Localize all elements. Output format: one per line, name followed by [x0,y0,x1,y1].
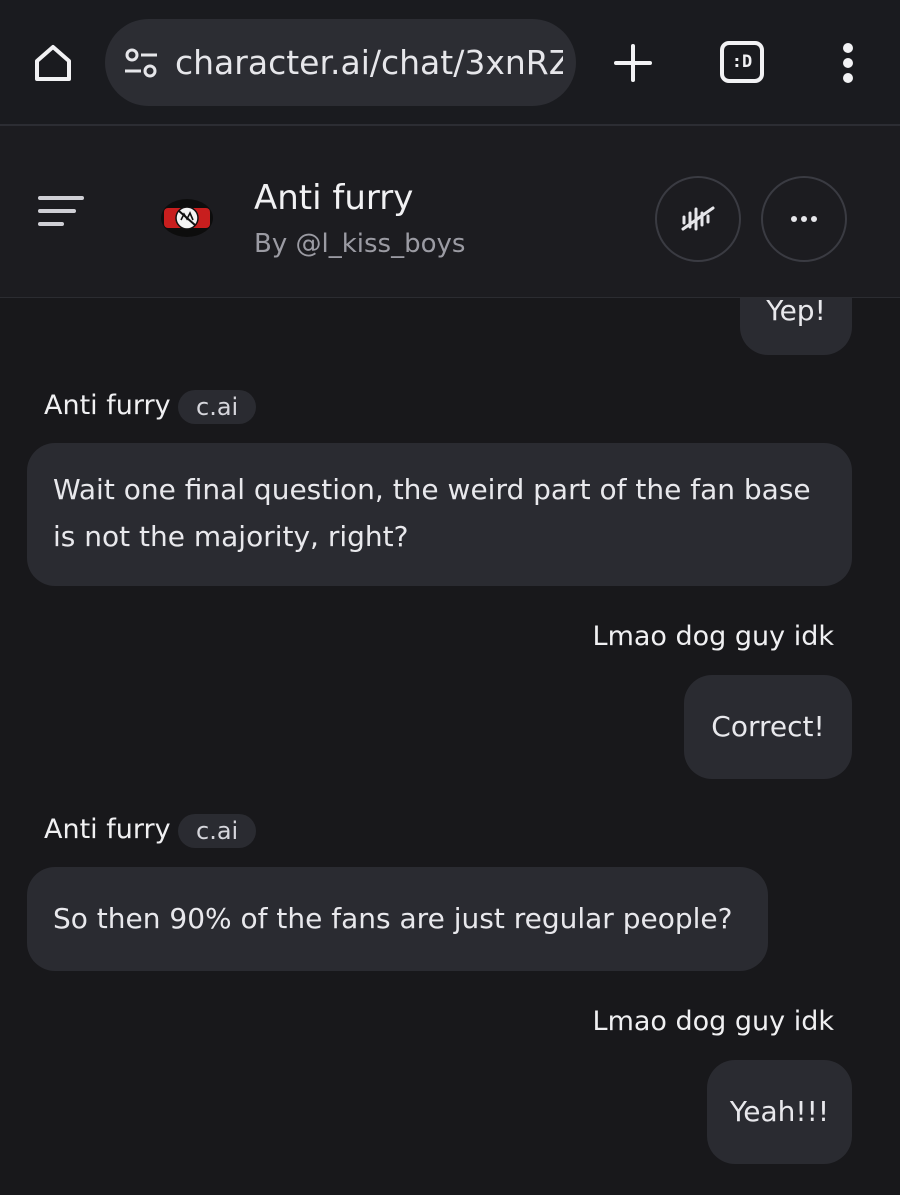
more-horizontal-icon [791,216,817,222]
chat-messages[interactable]: Yep! Anti furry c.ai Wait one final ques… [0,297,900,1195]
hamburger-menu-icon[interactable] [38,194,84,228]
voice-off-icon [681,206,715,231]
cai-badge: c.ai [178,814,257,848]
address-bar[interactable]: character.ai/chat/3xnRZ [105,19,576,106]
message-sender-name[interactable]: Anti furry [44,814,171,845]
cai-badge: c.ai [178,390,257,424]
tune-icon[interactable] [123,45,159,81]
avatar[interactable] [160,198,214,238]
kebab-menu-icon [843,43,853,83]
message-text: Yeah!!! [729,1095,830,1128]
message-text: Yep! [766,297,826,327]
plus-icon [614,44,652,82]
message-sender-name[interactable]: Anti furry [44,390,171,421]
message-text: So then 90% of the fans are just regular… [53,902,733,935]
character-author[interactable]: By @l_kiss_boys [254,229,465,259]
new-tab-button[interactable] [608,36,658,90]
character-message[interactable]: Wait one final question, the weird part … [27,443,852,586]
tab-switcher-button[interactable]: :D [720,41,764,83]
chat-header: Anti furry By @l_kiss_boys [0,126,900,298]
user-message[interactable]: Yep! [740,297,852,355]
browser-menu-button[interactable] [826,36,870,90]
browser-toolbar: character.ai/chat/3xnRZ :D [0,0,900,126]
message-sender-name[interactable]: Lmao dog guy idk [593,1006,834,1037]
home-icon [35,45,71,81]
user-message[interactable]: Correct! [684,675,852,779]
tab-switcher-icon: :D [731,52,753,72]
character-message[interactable]: So then 90% of the fans are just regular… [27,867,768,971]
message-sender-name[interactable]: Lmao dog guy idk [593,621,834,652]
more-options-button[interactable] [761,176,847,262]
user-message[interactable]: Yeah!!! [707,1060,852,1164]
character-name[interactable]: Anti furry [254,178,413,218]
home-button[interactable] [26,36,80,90]
message-text: Correct! [711,710,825,743]
message-text: Wait one final question, the weird part … [53,473,811,553]
voice-button[interactable] [655,176,741,262]
url-text[interactable]: character.ai/chat/3xnRZ [175,19,563,106]
